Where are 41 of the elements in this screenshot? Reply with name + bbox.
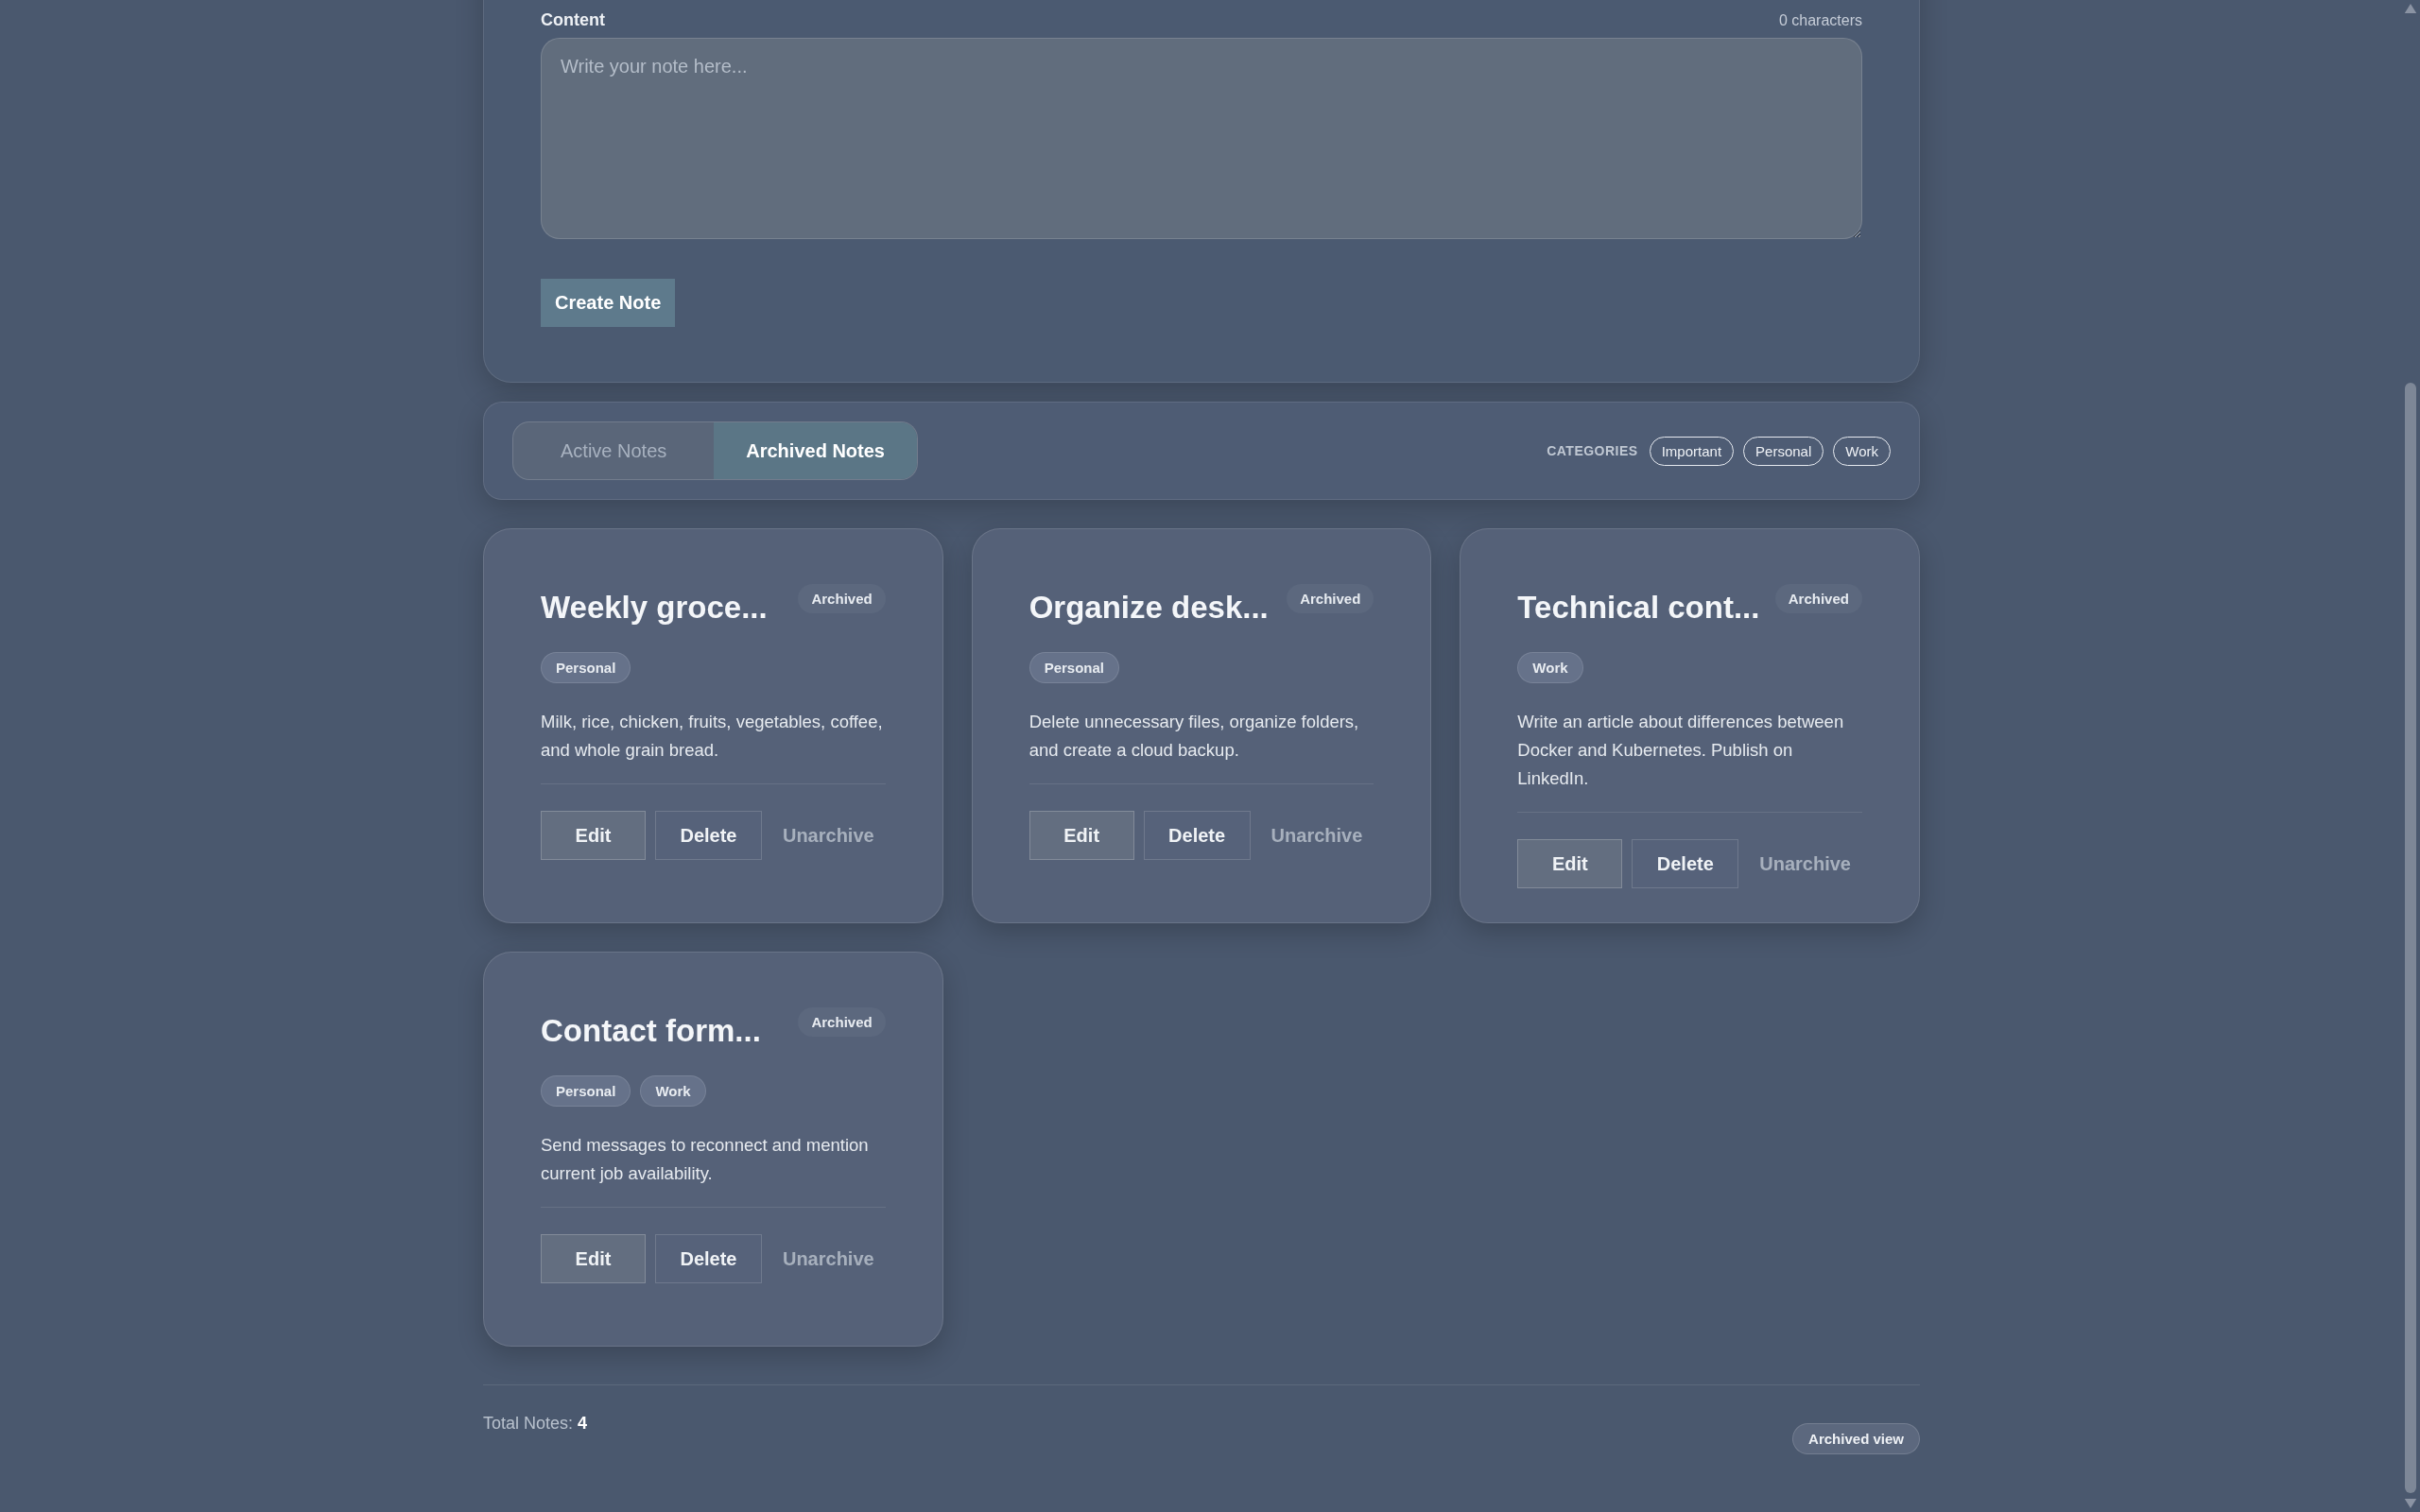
category-tag: Personal bbox=[541, 652, 631, 683]
delete-button[interactable]: Delete bbox=[1632, 839, 1739, 888]
note-body: Milk, rice, chicken, fruits, vegetables, coffee, and whole grain bread. bbox=[541, 708, 886, 784]
edit-button[interactable]: Edit bbox=[541, 811, 646, 860]
edit-button[interactable]: Edit bbox=[1028, 811, 1134, 860]
edit-button[interactable]: Edit bbox=[1517, 839, 1623, 888]
create-note-button[interactable]: Create Note bbox=[541, 279, 676, 327]
unarchive-button[interactable]: Unarchive bbox=[1259, 811, 1374, 860]
category-tag: Work bbox=[640, 1075, 706, 1107]
scroll-up-icon[interactable] bbox=[2404, 4, 2417, 13]
view-tab[interactable]: Archived Notes bbox=[714, 422, 917, 479]
content-label: Content bbox=[541, 10, 605, 30]
delete-button[interactable]: Delete bbox=[655, 811, 762, 860]
note-title: Contact form... bbox=[541, 1013, 761, 1049]
status-badge: Archived bbox=[798, 1007, 886, 1037]
status-badge: Archived bbox=[1774, 584, 1862, 613]
note-body: Send messages to reconnect and mention current job availability. bbox=[541, 1131, 886, 1208]
status-badge: Archived bbox=[798, 584, 886, 613]
note-title: Technical cont... bbox=[1517, 590, 1760, 626]
unarchive-button[interactable]: Unarchive bbox=[770, 1234, 886, 1283]
note-body: Delete unnecessary files, organize folders, and create a cloud backup. bbox=[1028, 708, 1374, 784]
scroll-down-icon[interactable] bbox=[2404, 1499, 2417, 1508]
content-field[interactable]: Write your note here... bbox=[541, 38, 1862, 239]
view-badge: Archived view bbox=[1792, 1423, 1920, 1454]
category-tag: Personal bbox=[1028, 652, 1120, 683]
delete-button[interactable]: Delete bbox=[1143, 811, 1251, 860]
view-tab[interactable]: Active Notes bbox=[513, 422, 715, 479]
edit-button[interactable]: Edit bbox=[541, 1234, 646, 1283]
delete-button[interactable]: Delete bbox=[655, 1234, 762, 1283]
note-body: Write an article about differences between Docker and Kubernetes. Publish on LinkedIn. bbox=[1517, 708, 1862, 813]
note-title: Organize desk... bbox=[1028, 590, 1269, 626]
unarchive-button[interactable]: Unarchive bbox=[770, 811, 886, 860]
category-tag: Personal bbox=[541, 1075, 631, 1107]
note-title: Weekly groce... bbox=[541, 590, 768, 626]
character-count: 0 characters bbox=[1778, 11, 1862, 29]
category-tag: Work bbox=[1517, 652, 1583, 683]
scrollbar-thumb[interactable] bbox=[2405, 383, 2416, 1493]
categories-label: CATEGORIES bbox=[1547, 443, 1638, 458]
status-badge: Archived bbox=[1287, 584, 1374, 613]
unarchive-button[interactable]: Unarchive bbox=[1748, 839, 1862, 888]
total-notes: Total Notes: 4 bbox=[483, 1414, 588, 1434]
